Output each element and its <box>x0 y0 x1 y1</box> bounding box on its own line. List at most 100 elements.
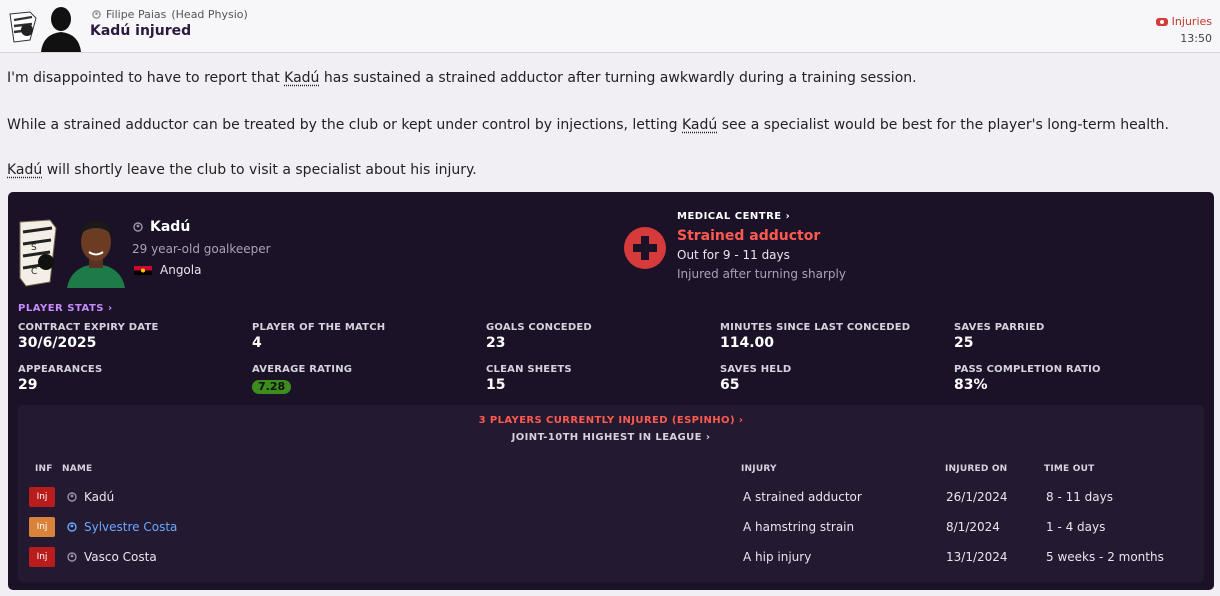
p1-text-after: has sustained a strained adductor after … <box>319 70 917 86</box>
table-row[interactable]: Inj Vasco Costa A hip injury 13/1/2024 5… <box>18 545 1204 571</box>
sender-avatar[interactable] <box>38 2 84 52</box>
stat-saves-parried: SAVES PARRIED 25 <box>954 322 1045 351</box>
player-stats-link[interactable]: PLAYER STATS › <box>18 303 113 314</box>
chevron-right-icon: › <box>705 432 711 443</box>
svg-text:S: S <box>31 243 37 253</box>
injuries-tag-label: Injuries <box>1171 15 1212 28</box>
player-stats-label: PLAYER STATS <box>18 303 104 314</box>
person-icon <box>92 10 101 19</box>
paragraph-3: Kadú will shortly leave the club to visi… <box>7 162 477 178</box>
injury-badge: Inj <box>29 487 55 507</box>
stat-appearances: APPEARANCES 29 <box>18 364 102 393</box>
player-link[interactable]: Kadú <box>284 70 319 86</box>
stat-goals-conceded: GOALS CONCEDED 23 <box>486 322 592 351</box>
message-header: Filipe Paias (Head Physio) Kadú injured … <box>0 0 1220 53</box>
table-row[interactable]: Inj Kadú A strained adductor 26/1/2024 8… <box>18 485 1204 511</box>
injury-tag-icon <box>1155 17 1168 26</box>
stat-clean-sheets: CLEAN SHEETS 15 <box>486 364 572 393</box>
sender-name[interactable]: Filipe Paias <box>106 8 166 21</box>
column-header-injured-on[interactable]: INJURED ON <box>945 464 1007 474</box>
league-rank-label: JOINT-10TH HIGHEST IN LEAGUE <box>511 432 702 443</box>
column-header-injury[interactable]: INJURY <box>741 464 777 474</box>
column-header-inf[interactable]: INF <box>35 464 53 474</box>
medical-cross-icon <box>624 227 666 269</box>
injury-duration: Out for 9 - 11 days <box>677 248 790 262</box>
column-header-name[interactable]: NAME <box>62 464 92 474</box>
stat-label: PASS COMPLETION RATIO <box>954 364 1101 375</box>
stat-label: GOALS CONCEDED <box>486 322 592 333</box>
stat-value: 25 <box>954 335 974 351</box>
injured-count-link[interactable]: 3 PLAYERS CURRENTLY INJURED (ESPINHO) › <box>18 415 1204 426</box>
stat-contract-expiry: CONTRACT EXPIRY DATE 30/6/2025 <box>18 322 159 351</box>
p2-text-after: see a specialist would be best for the p… <box>717 117 1169 133</box>
message-title: Kadú injured <box>90 23 192 39</box>
stat-value: 15 <box>486 377 506 393</box>
player-photo[interactable] <box>63 212 129 288</box>
injury-badge: Inj <box>29 547 55 567</box>
stat-value: 83% <box>954 377 988 393</box>
sender-role: (Head Physio) <box>171 8 248 21</box>
stat-label: SAVES PARRIED <box>954 322 1045 333</box>
stat-label: APPEARANCES <box>18 364 103 375</box>
medical-centre-label: MEDICAL CENTRE <box>677 211 782 222</box>
stat-value: 23 <box>486 335 506 351</box>
injuries-tag[interactable]: Injuries <box>1155 15 1212 28</box>
stat-label: SAVES HELD <box>720 364 792 375</box>
stat-player-of-the-match: PLAYER OF THE MATCH 4 <box>252 322 385 351</box>
player-name-cell[interactable]: Sylvestre Costa <box>67 520 177 534</box>
medical-centre-link[interactable]: MEDICAL CENTRE › <box>677 211 790 222</box>
player-link[interactable]: Kadú <box>682 117 717 133</box>
injured-players-panel: 3 PLAYERS CURRENTLY INJURED (ESPINHO) › … <box>18 405 1204 582</box>
stat-saves-held: SAVES HELD 65 <box>720 364 791 393</box>
paragraph-1: I'm disappointed to have to report that … <box>7 70 917 86</box>
person-icon <box>67 522 77 532</box>
person-icon <box>67 492 77 502</box>
injured-on-cell: 26/1/2024 <box>946 490 1008 504</box>
rating-badge: 7.28 <box>252 380 292 394</box>
injury-cause: Injured after turning sharply <box>677 267 846 281</box>
time-out-cell: 8 - 11 days <box>1046 490 1114 504</box>
stat-label: CONTRACT EXPIRY DATE <box>18 322 159 333</box>
league-rank-link[interactable]: JOINT-10TH HIGHEST IN LEAGUE › <box>18 432 1204 443</box>
table-row[interactable]: Inj Sylvestre Costa A hamstring strain 8… <box>18 515 1204 541</box>
player-name-text: Kadú <box>84 490 115 504</box>
injury-cell: A hip injury <box>743 550 812 564</box>
injury-cell: A hamstring strain <box>743 520 855 534</box>
stat-average-rating: AVERAGE RATING 7.28 <box>252 364 352 394</box>
injured-on-cell: 8/1/2024 <box>946 520 1000 534</box>
paragraph-2: While a strained adductor can be treated… <box>7 117 1169 133</box>
time-out-cell: 1 - 4 days <box>1046 520 1106 534</box>
chevron-right-icon: › <box>785 211 791 222</box>
angola-flag-icon <box>134 265 152 275</box>
person-icon <box>133 222 143 232</box>
player-name-text: Sylvestre Costa <box>84 520 178 534</box>
player-name-cell[interactable]: Vasco Costa <box>67 550 157 564</box>
stat-value: 65 <box>720 377 740 393</box>
p1-text-before: I'm disappointed to have to report that <box>7 70 285 86</box>
player-name[interactable]: Kadú <box>133 219 190 235</box>
p3-text-after: will shortly leave the club to visit a s… <box>42 162 477 178</box>
stat-label: CLEAN SHEETS <box>486 364 572 375</box>
stat-value: 114.00 <box>720 335 775 351</box>
chevron-right-icon: › <box>738 415 744 426</box>
stat-value: 4 <box>252 335 262 351</box>
svg-text:C: C <box>31 267 37 277</box>
player-link[interactable]: Kadú <box>7 162 42 178</box>
column-header-time-out[interactable]: TIME OUT <box>1044 464 1094 474</box>
message-time: 13:50 <box>1180 32 1212 45</box>
injury-name: Strained adductor <box>677 228 821 244</box>
player-description: 29 year-old goalkeeper <box>132 242 271 256</box>
stat-value: 29 <box>18 377 38 393</box>
p2-text-before: While a strained adductor can be treated… <box>7 117 682 133</box>
player-name-cell[interactable]: Kadú <box>67 490 114 504</box>
injury-cell: A strained adductor <box>743 490 862 504</box>
player-name-text: Vasco Costa <box>84 550 157 564</box>
sender-line: Filipe Paias (Head Physio) <box>92 8 248 21</box>
chevron-right-icon: › <box>107 303 113 314</box>
player-injury-card: S C Kadú 29 year-old goalkeeper Angola M… <box>8 192 1214 590</box>
player-nationality[interactable]: Angola <box>134 263 201 277</box>
player-name-label: Kadú <box>150 219 191 235</box>
stat-label: PLAYER OF THE MATCH <box>252 322 386 333</box>
club-logo <box>9 11 37 43</box>
time-out-cell: 5 weeks - 2 months <box>1046 550 1164 564</box>
